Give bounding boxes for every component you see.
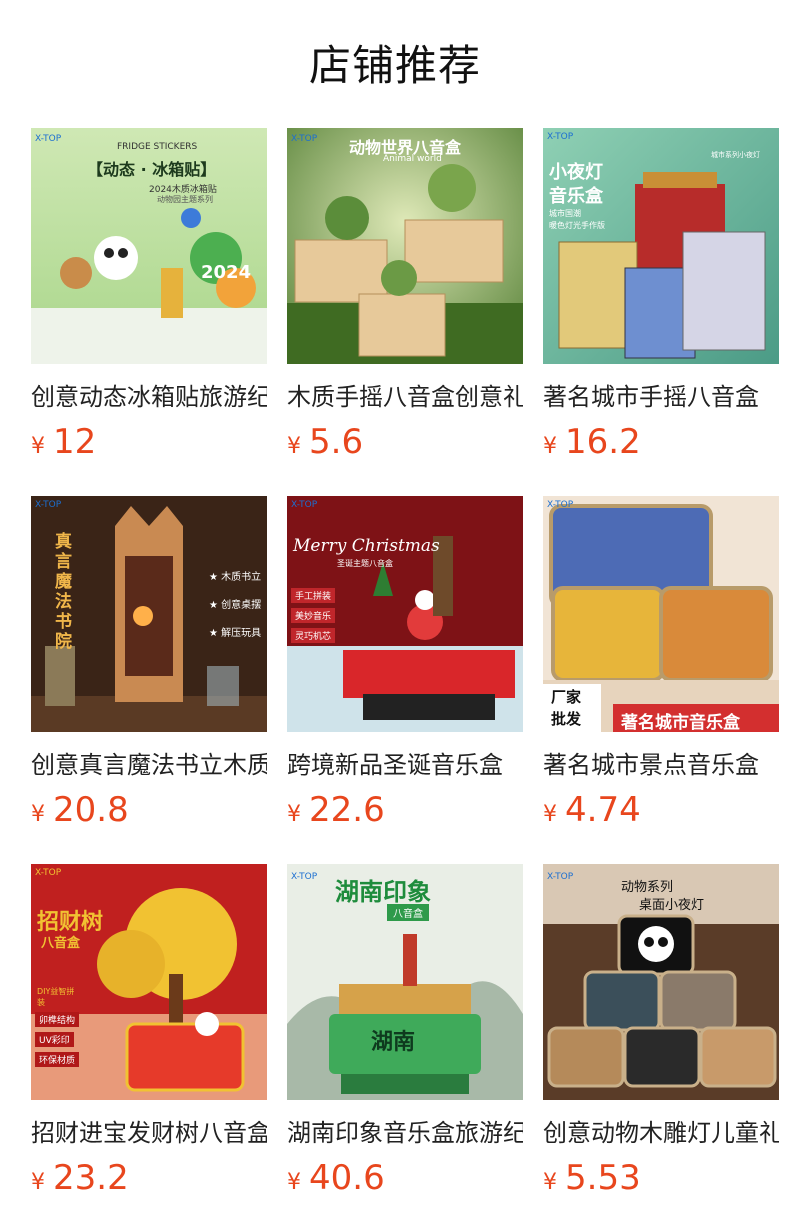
brand-logo: X-TOP	[291, 872, 318, 882]
product-card[interactable]: X-TOP 招财树 八音盒 DIY益智拼装 卯榫结构 UV彩印 环保材质 招财进…	[31, 864, 267, 1232]
brand-logo: X-TOP	[547, 500, 574, 510]
image-caption: 湖南	[371, 1030, 416, 1055]
currency-symbol: ¥	[31, 802, 45, 827]
brand-logo: X-TOP	[35, 134, 62, 144]
image-caption: ★ 木质书立	[209, 572, 262, 583]
feature-tag: 手工拼装	[291, 588, 336, 603]
price-value: 12	[53, 422, 97, 462]
image-headline: 音乐盒	[549, 186, 603, 207]
brand-logo: X-TOP	[547, 132, 574, 142]
product-name[interactable]: 木质手摇八音盒创意礼物	[287, 380, 523, 414]
product-price: ¥ 23.2	[31, 1158, 267, 1202]
product-name[interactable]: 创意真言魔法书立木质	[31, 748, 267, 782]
product-price: ¥ 22.6	[287, 790, 523, 834]
product-card[interactable]: X-TOP 湖南印象 八音盒 湖南 湖南印象音乐盒旅游纪念 ¥ 40.6	[287, 864, 523, 1232]
image-caption: Animal world	[383, 154, 442, 164]
price-value: 4.74	[565, 790, 641, 830]
image-caption: 桌面小夜灯	[639, 898, 705, 913]
product-price: ¥ 4.74	[543, 790, 779, 834]
image-caption: 八音盒	[387, 904, 429, 921]
image-headline: 小夜灯	[549, 162, 603, 183]
feature-tag: 卯榫结构	[35, 1012, 80, 1027]
product-price: ¥ 12	[31, 422, 267, 466]
product-image[interactable]: X-TOP 湖南印象 八音盒 湖南	[287, 864, 523, 1100]
image-caption: ★ 解压玩具	[209, 628, 262, 639]
product-image[interactable]: 2024 X-TOP FRIDGE STICKERS 【动态 · 冰箱贴】 20…	[31, 128, 267, 364]
brand-logo: X-TOP	[291, 500, 318, 510]
product-name[interactable]: 创意动物木雕灯儿童礼物	[543, 1116, 779, 1150]
image-headline: 湖南印象	[335, 878, 431, 906]
product-image[interactable]: X-TOP 小夜灯 音乐盒 城市系列小夜灯 城市国潮 暖色灯光手作版	[543, 128, 779, 364]
currency-symbol: ¥	[543, 1170, 557, 1195]
image-caption: 城市国潮	[549, 209, 581, 218]
product-image[interactable]: X-TOP 招财树 八音盒 DIY益智拼装 卯榫结构 UV彩印 环保材质	[31, 864, 267, 1100]
image-headline: 动物系列	[621, 880, 674, 895]
brand-logo: X-TOP	[35, 500, 62, 510]
price-value: 40.6	[309, 1158, 385, 1198]
product-name[interactable]: 著名城市手摇八音盒	[543, 380, 779, 414]
feature-tag: 灵巧机芯	[291, 628, 336, 643]
currency-symbol: ¥	[543, 802, 557, 827]
currency-symbol: ¥	[287, 434, 301, 459]
product-card[interactable]: X-TOP 小夜灯 音乐盒 城市系列小夜灯 城市国潮 暖色灯光手作版 著名城市手…	[543, 128, 779, 496]
brand-logo: X-TOP	[291, 134, 318, 144]
product-price: ¥ 40.6	[287, 1158, 523, 1202]
currency-symbol: ¥	[287, 1170, 301, 1195]
image-headline: Merry Christmas	[293, 536, 440, 556]
product-price: ¥ 5.6	[287, 422, 523, 466]
price-value: 16.2	[565, 422, 641, 462]
image-caption: 动物园主题系列	[157, 195, 213, 204]
image-caption: 暖色灯光手作版	[549, 221, 605, 230]
currency-symbol: ¥	[31, 1170, 45, 1195]
image-caption: 城市系列小夜灯	[711, 151, 760, 159]
product-card[interactable]: X-TOP 真言魔法书院 ★ 木质书立 ★ 创意桌摆 ★ 解压玩具 创意真言魔法…	[31, 496, 267, 864]
product-name[interactable]: 著名城市景点音乐盒	[543, 748, 779, 782]
price-value: 23.2	[53, 1158, 129, 1198]
image-caption: 圣诞主题八音盒	[337, 559, 393, 568]
product-name[interactable]: 招财进宝发财树八音盒	[31, 1116, 267, 1150]
product-price: ¥ 16.2	[543, 422, 779, 466]
feature-tag: 美妙音乐	[291, 608, 336, 623]
product-image[interactable]: X-TOP 真言魔法书院 ★ 木质书立 ★ 创意桌摆 ★ 解压玩具	[31, 496, 267, 732]
product-card[interactable]: X-TOP 厂家批发 著名城市音乐盒 著名城市景点音乐盒 ¥ 4.74	[543, 496, 779, 864]
product-card[interactable]: X-TOP 动物世界八音盒 Animal world 木质手摇八音盒创意礼物 ¥…	[287, 128, 523, 496]
product-name[interactable]: 跨境新品圣诞音乐盒	[287, 748, 523, 782]
currency-symbol: ¥	[31, 434, 45, 459]
price-value: 5.53	[565, 1158, 641, 1198]
image-caption: ★ 创意桌摆	[209, 600, 262, 611]
price-value: 5.6	[309, 422, 364, 462]
page-title: 店铺推荐	[308, 41, 481, 90]
product-name[interactable]: 湖南印象音乐盒旅游纪念	[287, 1116, 523, 1150]
product-card[interactable]: 2024 X-TOP FRIDGE STICKERS 【动态 · 冰箱贴】 20…	[31, 128, 267, 496]
brand-logo: X-TOP	[35, 868, 62, 878]
product-price: ¥ 20.8	[31, 790, 267, 834]
price-value: 20.8	[53, 790, 129, 830]
brand-logo: X-TOP	[547, 872, 574, 882]
currency-symbol: ¥	[287, 802, 301, 827]
product-image[interactable]: X-TOP Merry Christmas 圣诞主题八音盒 手工拼装 美妙音乐 …	[287, 496, 523, 732]
image-caption: DIY益智拼装	[37, 987, 75, 1007]
price-value: 22.6	[309, 790, 385, 830]
feature-tag: 环保材质	[35, 1052, 80, 1067]
currency-symbol: ¥	[543, 434, 557, 459]
promo-badge: 厂家批发	[551, 688, 582, 728]
image-headline: 【动态 · 冰箱贴】	[87, 160, 217, 179]
product-name[interactable]: 创意动态冰箱贴旅游纪念品	[31, 380, 267, 414]
image-caption: FRIDGE STICKERS	[117, 142, 198, 152]
image-caption: 八音盒	[41, 936, 81, 951]
image-headline: 真言魔法书院	[55, 532, 72, 652]
product-image[interactable]: X-TOP 厂家批发 著名城市音乐盒	[543, 496, 779, 732]
product-card[interactable]: X-TOP Merry Christmas 圣诞主题八音盒 手工拼装 美妙音乐 …	[287, 496, 523, 864]
product-image[interactable]: X-TOP 动物系列 桌面小夜灯	[543, 864, 779, 1100]
feature-tag: UV彩印	[35, 1032, 74, 1047]
product-image[interactable]: X-TOP 动物世界八音盒 Animal world	[287, 128, 523, 364]
image-headline: 著名城市音乐盒	[621, 713, 740, 732]
product-card[interactable]: X-TOP 动物系列 桌面小夜灯 创意动物木雕灯儿童礼物 ¥ 5.53	[543, 864, 779, 1232]
product-grid: 2024 X-TOP FRIDGE STICKERS 【动态 · 冰箱贴】 20…	[31, 128, 779, 1232]
svg-text:2024: 2024	[201, 262, 251, 283]
product-price: ¥ 5.53	[543, 1158, 779, 1202]
